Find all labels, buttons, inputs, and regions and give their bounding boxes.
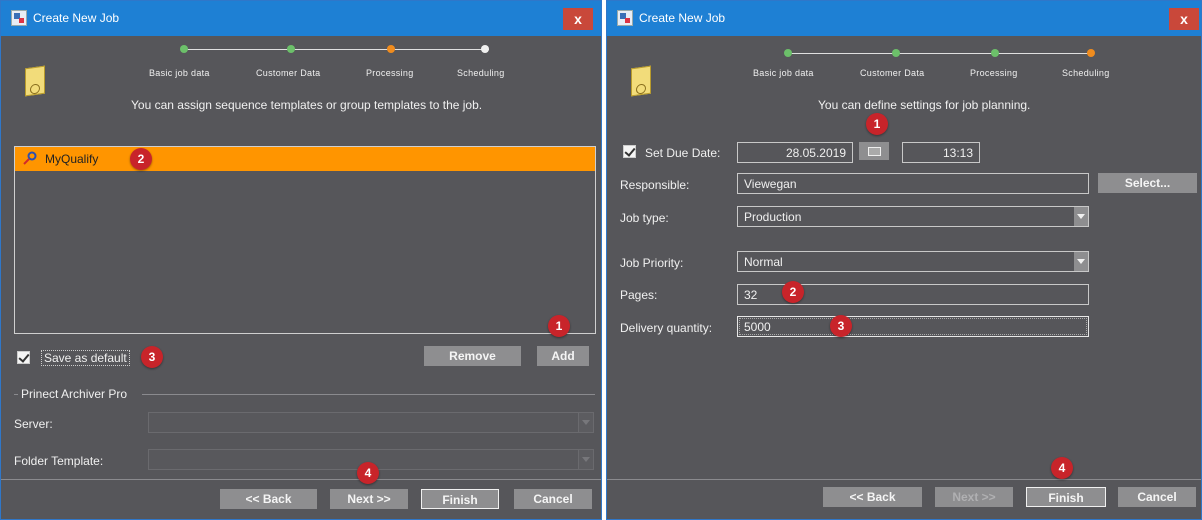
- step-dot-processing: [387, 45, 395, 53]
- archiver-group-title: Prinect Archiver Pro: [21, 387, 128, 401]
- step-label-processing: Processing: [970, 68, 1018, 78]
- step-dot-customer-data: [892, 49, 900, 57]
- group-line-right: [142, 394, 595, 395]
- due-time-input[interactable]: 13:13: [902, 142, 980, 163]
- stepper-line: [184, 49, 489, 50]
- title-bar: Create New Job x: [607, 1, 1201, 36]
- back-button[interactable]: << Back: [823, 487, 922, 507]
- group-line-left: [14, 394, 18, 395]
- window-title: Create New Job: [639, 11, 726, 25]
- callout-badge-2: 2: [130, 148, 152, 170]
- step-dot-basic-job-data: [784, 49, 792, 57]
- delivery-quantity-label: Delivery quantity:: [620, 321, 713, 335]
- finish-button[interactable]: Finish: [1026, 487, 1106, 507]
- stepper-line: [788, 53, 1091, 54]
- info-text: You can define settings for job planning…: [818, 98, 1031, 112]
- info-text: You can assign sequence templates or gro…: [131, 98, 483, 112]
- button-bar-divider: [1, 479, 601, 480]
- create-job-window-left: Create New Job x Basic job data Customer…: [0, 0, 602, 520]
- step-label-basic-job-data: Basic job data: [149, 68, 210, 78]
- server-label: Server:: [14, 417, 53, 431]
- save-default-label[interactable]: Save as default: [41, 350, 130, 366]
- job-folder-icon: [631, 65, 651, 97]
- step-label-customer-data: Customer Data: [256, 68, 321, 78]
- callout-badge-4: 4: [357, 462, 379, 484]
- job-priority-value: Normal: [744, 255, 783, 269]
- list-item-label: MyQualify: [45, 152, 99, 166]
- app-icon: [617, 10, 633, 26]
- create-job-window-right: Create New Job x Basic job data Customer…: [606, 0, 1202, 520]
- cancel-button[interactable]: Cancel: [1118, 487, 1196, 507]
- step-label-scheduling: Scheduling: [1062, 68, 1110, 78]
- cancel-button[interactable]: Cancel: [514, 489, 592, 509]
- window-title: Create New Job: [33, 11, 120, 25]
- due-date-input[interactable]: 28.05.2019: [737, 142, 853, 163]
- callout-badge-3: 3: [830, 315, 852, 337]
- save-default-checkbox[interactable]: [17, 351, 30, 364]
- close-button[interactable]: x: [563, 8, 593, 30]
- responsible-input[interactable]: Viewegan: [737, 173, 1089, 194]
- close-button[interactable]: x: [1169, 8, 1199, 30]
- step-dot-scheduling: [1087, 49, 1095, 57]
- job-priority-select[interactable]: Normal: [737, 251, 1089, 272]
- chevron-down-icon: [1074, 252, 1088, 271]
- pin-icon: [23, 151, 37, 165]
- server-select[interactable]: [148, 412, 594, 433]
- back-button[interactable]: << Back: [220, 489, 317, 509]
- finish-button[interactable]: Finish: [421, 489, 499, 509]
- step-label-customer-data: Customer Data: [860, 68, 925, 78]
- job-type-label: Job type:: [620, 211, 669, 225]
- template-list[interactable]: MyQualify: [14, 146, 596, 334]
- chevron-down-icon: [1074, 207, 1088, 226]
- next-button[interactable]: Next >>: [935, 487, 1013, 507]
- delivery-quantity-input[interactable]: 5000: [737, 316, 1089, 337]
- select-responsible-button[interactable]: Select...: [1098, 173, 1197, 193]
- list-item[interactable]: MyQualify: [15, 147, 595, 171]
- due-date-checkbox[interactable]: [623, 145, 636, 158]
- add-button[interactable]: Add: [537, 346, 589, 366]
- step-dot-basic-job-data: [180, 45, 188, 53]
- step-dot-scheduling: [481, 45, 489, 53]
- job-type-select[interactable]: Production: [737, 206, 1089, 227]
- callout-badge-1: 1: [548, 315, 570, 337]
- remove-button[interactable]: Remove: [424, 346, 521, 366]
- next-button[interactable]: Next >>: [330, 489, 408, 509]
- step-label-processing: Processing: [366, 68, 414, 78]
- chevron-down-icon: [578, 450, 593, 469]
- folder-template-label: Folder Template:: [14, 454, 104, 468]
- step-dot-customer-data: [287, 45, 295, 53]
- job-folder-icon: [25, 65, 45, 97]
- step-label-basic-job-data: Basic job data: [753, 68, 814, 78]
- callout-badge-1: 1: [866, 113, 888, 135]
- responsible-label: Responsible:: [620, 178, 690, 192]
- callout-badge-3: 3: [141, 346, 163, 368]
- pages-label: Pages:: [620, 288, 658, 302]
- job-type-value: Production: [744, 210, 802, 224]
- job-priority-label: Job Priority:: [620, 256, 684, 270]
- step-dot-processing: [991, 49, 999, 57]
- title-bar: Create New Job x: [1, 1, 601, 36]
- button-bar-divider: [607, 479, 1201, 480]
- step-label-scheduling: Scheduling: [457, 68, 505, 78]
- calendar-icon[interactable]: [859, 142, 889, 160]
- app-icon: [11, 10, 27, 26]
- callout-badge-4: 4: [1051, 457, 1073, 479]
- chevron-down-icon: [578, 413, 593, 432]
- callout-badge-2: 2: [782, 281, 804, 303]
- due-date-label: Set Due Date:: [645, 146, 721, 160]
